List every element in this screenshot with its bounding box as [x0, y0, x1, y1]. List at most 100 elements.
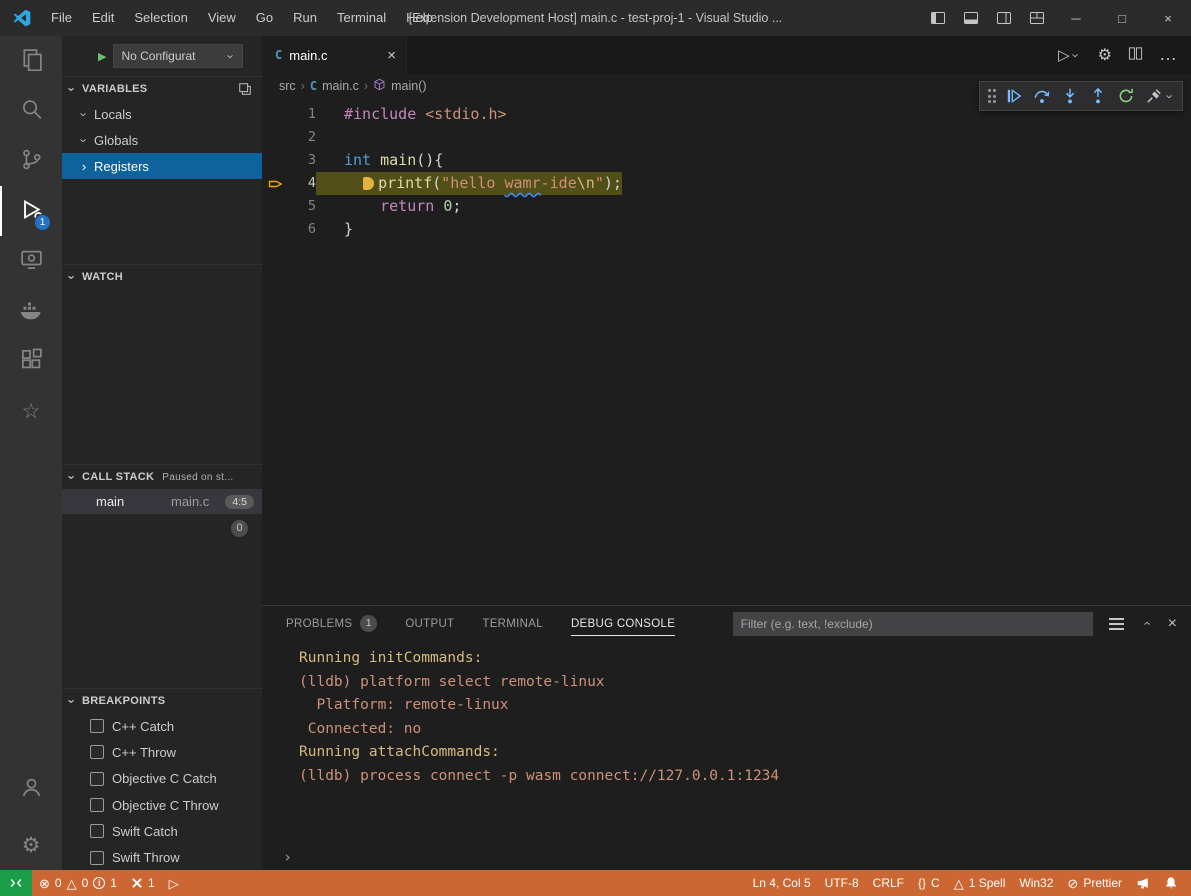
breadcrumb-file[interactable]: main.c: [322, 79, 359, 93]
variables-header[interactable]: › VARIABLES: [62, 77, 262, 101]
minimize-button[interactable]: ─: [1053, 0, 1099, 36]
sidebar-item-docker[interactable]: [0, 286, 62, 336]
filter-lines-icon[interactable]: [1109, 618, 1124, 630]
panel-close-icon[interactable]: ×: [1168, 615, 1177, 633]
cursor-position[interactable]: Ln 4, Col 5: [746, 870, 818, 896]
watch-header[interactable]: › WATCH: [62, 265, 262, 289]
drag-handle[interactable]: [988, 89, 997, 103]
debug-current-line-arrow-icon[interactable]: [262, 172, 290, 195]
tab-close-icon[interactable]: ×: [387, 47, 396, 64]
copy-icon[interactable]: [238, 82, 252, 96]
error-icon: ⊗: [39, 877, 50, 890]
checkbox-icon[interactable]: [90, 851, 104, 865]
breakpoint-item-swift-catch[interactable]: Swift Catch: [62, 818, 262, 844]
more-actions-icon[interactable]: …: [1159, 51, 1177, 58]
step-over-button[interactable]: [1028, 82, 1056, 110]
formatter-status[interactable]: ⊘ Prettier: [1060, 870, 1129, 896]
breakpoints-header[interactable]: › BREAKPOINTS: [62, 689, 262, 713]
accounts-button[interactable]: [0, 764, 62, 814]
toggle-panel-icon[interactable]: [954, 0, 987, 36]
announcement-icon[interactable]: [1129, 870, 1157, 896]
chevron-down-icon[interactable]: ›: [1164, 90, 1177, 102]
section-title: WATCH: [82, 271, 123, 283]
window-title: [Extension Development Host] main.c - te…: [409, 11, 783, 25]
checkbox-icon[interactable]: [90, 745, 104, 759]
menu-terminal[interactable]: Terminal: [327, 0, 396, 36]
panel-tab-problems[interactable]: PROBLEMS1: [286, 606, 377, 641]
tree-item-locals[interactable]: ›Locals: [62, 101, 262, 127]
checkbox-icon[interactable]: [90, 772, 104, 786]
tools-count: 1: [148, 876, 155, 890]
chevron-up-icon[interactable]: ›: [1139, 618, 1152, 630]
panel-tab-output[interactable]: OUTPUT: [405, 606, 454, 641]
warnings-count: 0: [82, 876, 89, 890]
menu-edit[interactable]: Edit: [82, 0, 124, 36]
code-line-6[interactable]: 6}: [262, 218, 1191, 241]
menu-run[interactable]: Run: [283, 0, 327, 36]
callstack-frame[interactable]: mainmain.c4:5: [62, 489, 262, 514]
panel-tab-terminal[interactable]: TERMINAL: [482, 606, 543, 641]
platform-indicator[interactable]: Win32: [1012, 870, 1060, 896]
tree-item-registers[interactable]: ›Registers: [62, 153, 262, 179]
sidebar-item-explorer[interactable]: [0, 36, 62, 86]
breadcrumb-folder[interactable]: src: [279, 79, 296, 93]
breakpoint-item-c-catch[interactable]: C++ Catch: [62, 713, 262, 739]
tree-item-globals[interactable]: ›Globals: [62, 127, 262, 153]
checkbox-icon[interactable]: [90, 824, 104, 838]
menu-view[interactable]: View: [198, 0, 246, 36]
remote-indicator[interactable]: [0, 870, 32, 896]
sidebar-item-run-debug[interactable]: 1: [0, 186, 62, 236]
checkbox-icon[interactable]: [90, 798, 104, 812]
language-mode[interactable]: {} C: [911, 870, 947, 896]
call-stack-header[interactable]: › CALL STACK Paused on st...: [62, 465, 262, 489]
breadcrumb-symbol[interactable]: main(): [391, 79, 426, 93]
sidebar-item-source-control[interactable]: [0, 136, 62, 186]
debug-console-output[interactable]: Running initCommands:(lldb) platform sel…: [262, 641, 1191, 844]
launch-configuration-dropdown[interactable]: No Configurat ›: [113, 44, 243, 68]
debug-status[interactable]: ▷: [162, 870, 186, 896]
debug-console-input[interactable]: ›: [262, 844, 1191, 870]
restart-button[interactable]: [1112, 82, 1140, 110]
code-line-5[interactable]: 5 return 0;: [262, 195, 1191, 218]
breakpoint-item-c-throw[interactable]: C++ Throw: [62, 739, 262, 765]
split-editor-icon[interactable]: [1128, 46, 1143, 64]
breakpoint-item-objective-c-throw[interactable]: Objective C Throw: [62, 792, 262, 818]
toggle-secondary-sidebar-icon[interactable]: [987, 0, 1020, 36]
maximize-button[interactable]: □: [1099, 0, 1145, 36]
code-line-2[interactable]: 2: [262, 126, 1191, 149]
spell-checker-status[interactable]: △ 1 Spell: [947, 870, 1013, 896]
run-file-button[interactable]: ▷›: [1058, 46, 1082, 64]
customize-layout-icon[interactable]: [1020, 0, 1053, 36]
start-debugging-icon[interactable]: ▶: [98, 50, 106, 63]
bell-icon[interactable]: [1157, 870, 1185, 896]
breakpoint-item-objective-c-catch[interactable]: Objective C Catch: [62, 766, 262, 792]
toggle-sidebar-icon[interactable]: [921, 0, 954, 36]
settings-button[interactable]: ⚙: [0, 820, 62, 870]
gear-icon[interactable]: ⚙: [1098, 45, 1112, 65]
sidebar-item-favorites[interactable]: ☆: [0, 386, 62, 436]
inline-breakpoint-icon[interactable]: [363, 177, 374, 190]
code-line-3[interactable]: 3int main(){: [262, 149, 1191, 172]
tools-status[interactable]: 1: [124, 870, 162, 896]
eol-indicator[interactable]: CRLF: [866, 870, 911, 896]
step-into-button[interactable]: [1056, 82, 1084, 110]
breakpoint-item-swift-throw[interactable]: Swift Throw: [62, 844, 262, 870]
continue-button[interactable]: [1000, 82, 1028, 110]
sidebar-item-extensions[interactable]: [0, 336, 62, 386]
tab-main-c[interactable]: C main.c ×: [262, 36, 407, 74]
console-filter-input[interactable]: [733, 612, 1093, 636]
menu-go[interactable]: Go: [246, 0, 283, 36]
encoding-indicator[interactable]: UTF-8: [818, 870, 866, 896]
menu-file[interactable]: File: [41, 0, 82, 36]
panel-tab-debug-console[interactable]: DEBUG CONSOLE: [571, 606, 675, 641]
code-editor[interactable]: 1#include <stdio.h>23int main(){4 printf…: [262, 98, 1191, 605]
menu-selection[interactable]: Selection: [124, 0, 197, 36]
close-button[interactable]: ×: [1145, 0, 1191, 36]
problems-status[interactable]: ⊗ 0 △ 0 1: [32, 870, 124, 896]
account-icon: [20, 776, 43, 802]
sidebar-item-remote-explorer[interactable]: [0, 236, 62, 286]
step-out-button[interactable]: [1084, 82, 1112, 110]
code-line-4[interactable]: 4 printf("hello wamr-ide\n");: [262, 172, 1191, 195]
checkbox-icon[interactable]: [90, 719, 104, 733]
sidebar-item-search[interactable]: [0, 86, 62, 136]
